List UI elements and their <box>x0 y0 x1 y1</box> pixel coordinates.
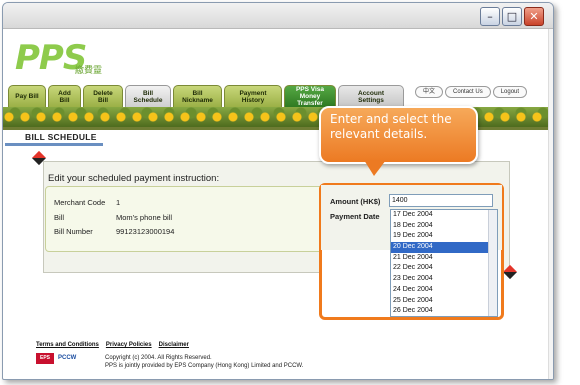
tab-bill-schedule[interactable]: Bill Schedule <box>125 85 171 107</box>
merchant-code-value: 1 <box>116 198 121 207</box>
bill-value: Mom's phone bill <box>116 213 173 222</box>
top-links: 中文 Contact Us Logout <box>415 86 528 98</box>
browser-window: – □ ✕ PPS 繳費靈 Pay Bill Add Bill Delete B… <box>2 2 554 380</box>
merchant-code-label: Merchant Code <box>54 198 106 207</box>
close-button[interactable]: ✕ <box>524 7 544 26</box>
pccw-logo: PCCW <box>58 355 77 361</box>
footer-copyright: Copyright (c) 2004. All Rights Reserved.… <box>105 354 303 370</box>
date-option-selected[interactable]: 20 Dec 2004 <box>391 242 497 253</box>
pps-logo: PPS 繳費靈 <box>15 38 125 78</box>
date-option[interactable]: 24 Dec 2004 <box>391 285 497 296</box>
amount-label: Amount (HK$) <box>330 197 381 206</box>
panel-title: Edit your scheduled payment instruction: <box>48 173 220 184</box>
date-option[interactable]: 25 Dec 2004 <box>391 296 497 307</box>
copyright-text: Copyright (c) 2004. All Rights Reserved. <box>105 355 212 361</box>
bill-label: Bill <box>54 213 65 222</box>
date-option[interactable]: 21 Dec 2004 <box>391 253 497 264</box>
disclaimer-link[interactable]: Disclaimer <box>159 342 189 348</box>
payment-date-label: Payment Date <box>330 212 380 221</box>
minimize-button[interactable]: – <box>480 7 500 26</box>
tab-pay-bill[interactable]: Pay Bill <box>8 85 46 107</box>
footer-links: Terms and Conditions Privacy Policies Di… <box>36 342 189 348</box>
tab-delete-bill[interactable]: Delete Bill <box>83 85 123 107</box>
date-option[interactable]: 22 Dec 2004 <box>391 263 497 274</box>
payment-date-listbox[interactable]: 17 Dec 2004 18 Dec 2004 19 Dec 2004 20 D… <box>390 209 498 317</box>
bill-details-box <box>45 186 323 252</box>
date-option[interactable]: 23 Dec 2004 <box>391 274 497 285</box>
tab-account-settings[interactable]: Account Settings <box>338 85 404 107</box>
date-option[interactable]: 26 Dec 2004 <box>391 306 497 316</box>
page-title: BILL SCHEDULE <box>25 132 97 142</box>
listbox-scrollbar[interactable] <box>488 210 497 316</box>
contact-us-link[interactable]: Contact Us <box>445 86 491 98</box>
logo-subtext: 繳費靈 <box>75 65 103 75</box>
tab-bill-nickname[interactable]: Bill Nickname <box>173 85 222 107</box>
eps-logo: EPS <box>36 353 54 364</box>
date-option[interactable]: 19 Dec 2004 <box>391 231 497 242</box>
chinese-language-link[interactable]: 中文 <box>415 86 444 98</box>
provided-by-text: PPS is jointly provided by EPS Company (… <box>105 363 304 369</box>
date-option[interactable]: 17 Dec 2004 <box>391 210 497 221</box>
title-bar: – □ ✕ <box>3 3 553 29</box>
title-underline <box>5 143 103 146</box>
tab-add-bill[interactable]: Add Bill <box>48 85 81 107</box>
bill-number-label: Bill Number <box>54 227 93 236</box>
window-scrollbar[interactable] <box>548 29 553 379</box>
callout-tail <box>364 160 386 176</box>
date-option[interactable]: 18 Dec 2004 <box>391 221 497 232</box>
callout-text: Enter and select the relevant details. <box>330 112 452 141</box>
terms-link[interactable]: Terms and Conditions <box>36 342 99 348</box>
tab-pps-visa-money-transfer[interactable]: PPS Visa Money Transfer <box>284 85 336 107</box>
amount-input[interactable]: 1400 <box>389 194 493 207</box>
privacy-link[interactable]: Privacy Policies <box>106 342 152 348</box>
tab-payment-history[interactable]: Payment History <box>224 85 282 107</box>
main-nav-tabs: Pay Bill Add Bill Delete Bill Bill Sched… <box>8 85 404 107</box>
bill-number-value: 99123123000194 <box>116 227 175 236</box>
maximize-button[interactable]: □ <box>502 7 522 26</box>
logout-link[interactable]: Logout <box>492 86 528 98</box>
